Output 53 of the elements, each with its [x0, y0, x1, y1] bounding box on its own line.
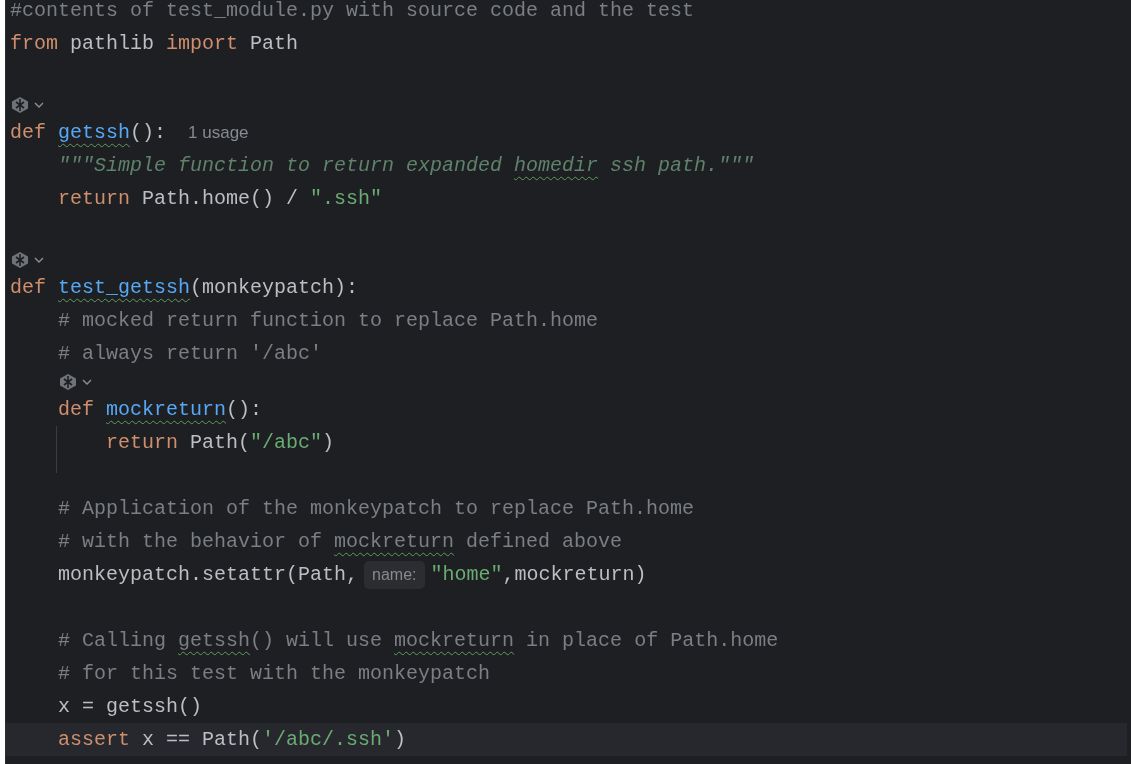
keyword: assert [58, 726, 130, 753]
code-text: (): [130, 119, 167, 146]
function-name: test_getssh [57, 274, 191, 301]
string-literal: "/abc" [250, 429, 323, 456]
code-text: x = getssh() [58, 693, 203, 720]
docstring: homedir [513, 152, 599, 179]
code-text: (): [226, 396, 263, 423]
code-comment: #contents of test_module.py with source code and the test [10, 0, 695, 24]
code-comment: in place of Path.home [525, 627, 779, 654]
code-text: Path.home() / [141, 185, 299, 212]
code-text: monkeypatch.setattr(Path, [58, 561, 359, 588]
chevron-down-icon[interactable] [34, 255, 44, 264]
code-comment: # mocked return function to replace Path.home [58, 307, 599, 334]
docstring: ssh path.""" [609, 152, 755, 179]
docstring: """Simple function to return expanded [58, 152, 503, 179]
function-name: getssh [57, 119, 131, 146]
code-comment: getssh [177, 627, 251, 654]
chevron-down-icon[interactable] [82, 377, 92, 386]
code-editor[interactable] [5, 0, 1131, 764]
ai-assistant-icon[interactable] [10, 95, 30, 114]
keyword: return [106, 429, 178, 456]
string-literal: '/abc/.ssh' [262, 726, 395, 753]
code-comment: # Application of the monkeypatch to replace Path.home [58, 495, 695, 522]
code-text: x == Path( [141, 726, 263, 753]
code-comment: mockreturn [333, 528, 455, 555]
keyword: from [10, 30, 58, 57]
code-text: ) [394, 726, 407, 753]
ai-assistant-icon[interactable] [58, 372, 78, 391]
code-comment: # with the behavior of [58, 528, 323, 555]
string-literal: "home" [430, 561, 503, 588]
keyword: def [10, 274, 46, 301]
keyword: import [165, 30, 239, 57]
keyword: def [10, 119, 46, 146]
code-text: pathlib [69, 30, 155, 57]
code-comment: () will use [250, 627, 383, 654]
code-text: Path [249, 30, 299, 57]
parameter-hint: name: [364, 560, 425, 589]
code-text: (monkeypatch): [190, 274, 359, 301]
code-comment: defined above [465, 528, 623, 555]
ai-assistant-icon[interactable] [10, 250, 30, 269]
keyword: return [58, 185, 130, 212]
code-text: ) [322, 429, 335, 456]
chevron-down-icon[interactable] [34, 100, 44, 109]
string-literal: ".ssh" [309, 185, 383, 212]
usage-hint[interactable]: 1 usage [188, 119, 249, 146]
keyword: def [58, 396, 94, 423]
function-name: mockreturn [105, 396, 227, 423]
code-text: ,mockreturn) [502, 561, 647, 588]
code-comment: # always return '/abc' [58, 340, 323, 367]
code-comment: # Calling [58, 627, 167, 654]
code-comment: # for this test with the monkeypatch [58, 660, 491, 687]
code-text: Path( [189, 429, 251, 456]
code-comment: mockreturn [393, 627, 515, 654]
